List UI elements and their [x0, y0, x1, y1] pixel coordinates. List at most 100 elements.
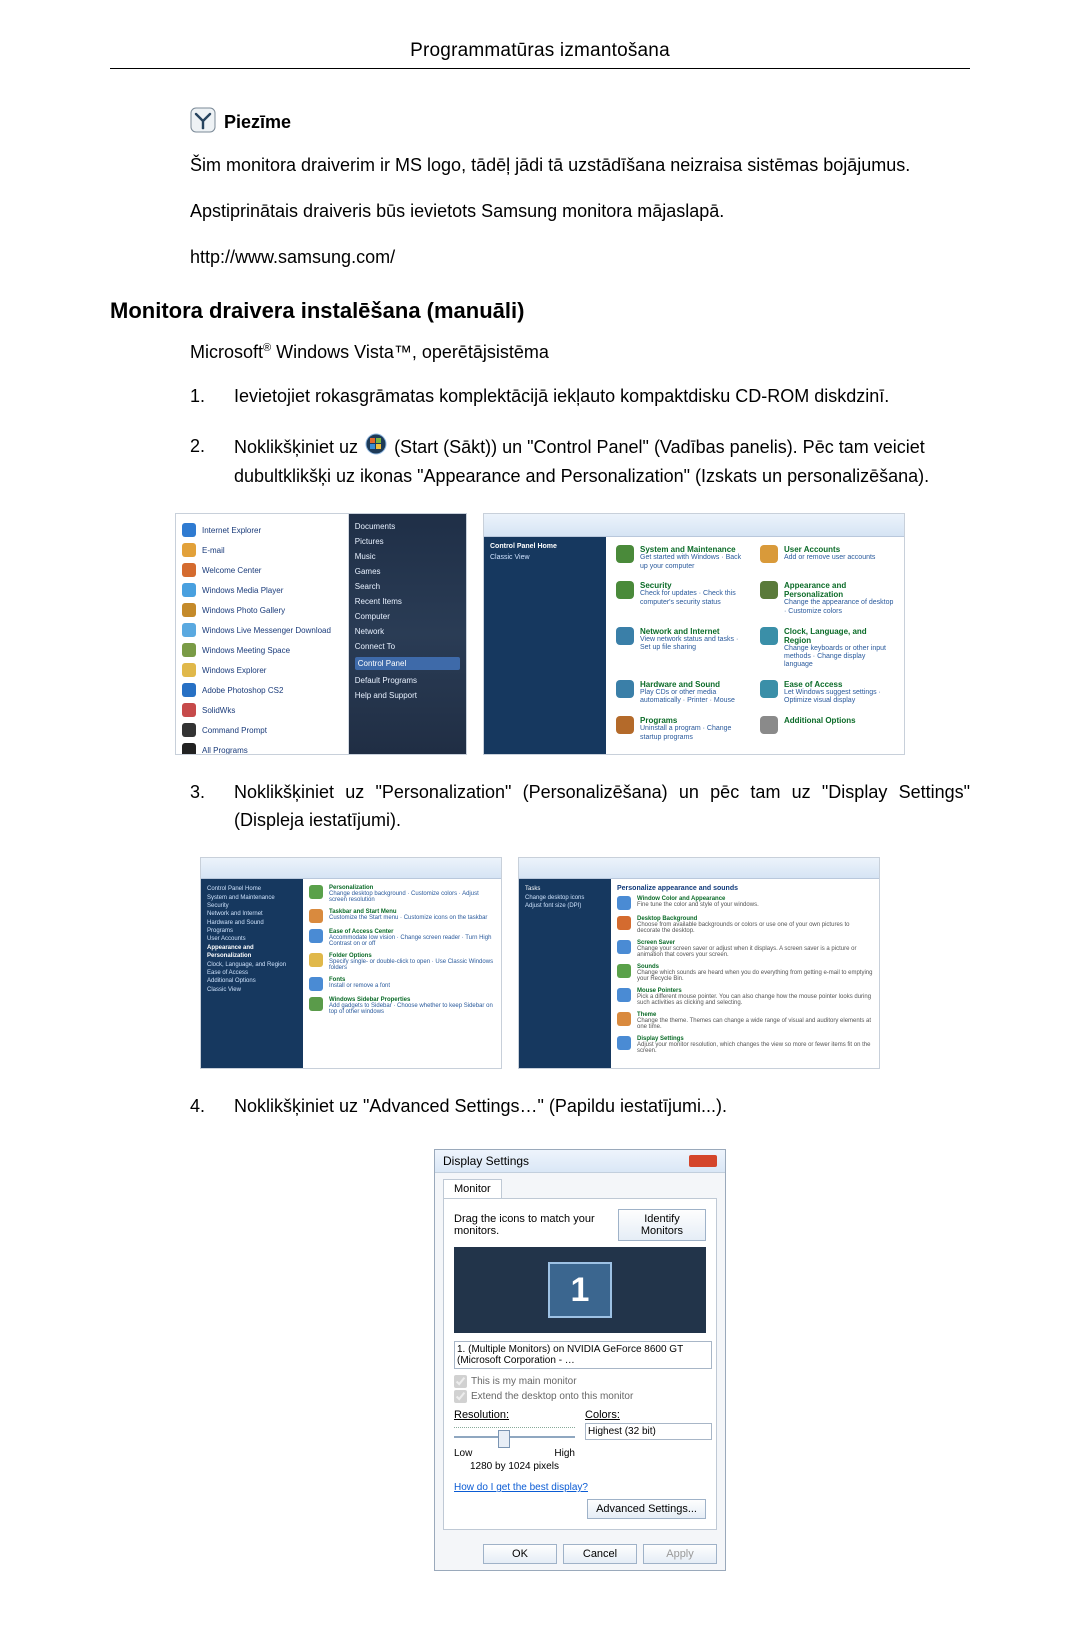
monitor-tile-1[interactable]: 1 — [548, 1262, 612, 1318]
page: Programmatūras izmantošana Piezīme Šim m… — [0, 0, 1080, 1631]
control-panel-category[interactable]: ProgramsUninstall a program · Change sta… — [616, 716, 750, 746]
appearance-item[interactable]: Taskbar and Start MenuCustomize the Star… — [309, 909, 495, 923]
screenshot-row-1: Internet ExplorerE-mailWelcome CenterWin… — [110, 513, 970, 755]
start-menu-item[interactable]: Adobe Photoshop CS2 — [180, 680, 344, 700]
sidebar-item[interactable]: Hardware and Sound — [207, 919, 297, 927]
step-number: 2. — [190, 433, 212, 492]
dialog-title: Display Settings — [443, 1150, 529, 1172]
apply-button[interactable]: Apply — [643, 1544, 717, 1564]
step-number: 4. — [190, 1093, 212, 1121]
cancel-button[interactable]: Cancel — [563, 1544, 637, 1564]
start-menu-item[interactable]: Welcome Center — [180, 560, 344, 580]
start-menu-item[interactable]: All Programs — [180, 740, 344, 755]
personalization-item[interactable]: Display SettingsAdjust your monitor reso… — [617, 1036, 873, 1054]
resolution-label: Resolution: — [454, 1409, 575, 1421]
start-menu-right-item[interactable]: Default Programs — [355, 676, 460, 685]
start-menu-right-item[interactable]: Recent Items — [355, 597, 460, 606]
start-menu-item[interactable]: Windows Live Messenger Download — [180, 620, 344, 640]
close-icon[interactable] — [689, 1155, 717, 1167]
sidebar-item[interactable]: Appearance and Personalization — [207, 944, 297, 961]
step-text: Noklikšķiniet uz (Start (Sākt)) un "Cont… — [234, 433, 970, 492]
personalization-item[interactable]: Desktop BackgroundChoose from available … — [617, 916, 873, 934]
windows-start-orb-icon — [365, 433, 387, 464]
item-icon — [617, 896, 631, 910]
app-icon — [182, 723, 196, 737]
category-icon — [616, 545, 634, 563]
personalization-item[interactable]: Mouse PointersPick a different mouse poi… — [617, 988, 873, 1006]
control-panel-category[interactable]: Hardware and SoundPlay CDs or other medi… — [616, 680, 750, 710]
start-menu-right-item[interactable]: Games — [355, 567, 460, 576]
ok-button[interactable]: OK — [483, 1544, 557, 1564]
appearance-item[interactable]: Folder OptionsSpecify single- or double-… — [309, 953, 495, 971]
sidebar-item[interactable]: User Accounts — [207, 935, 297, 943]
note-block: Piezīme Šim monitora draiverim ir MS log… — [190, 107, 960, 272]
control-panel-category[interactable]: Additional Options — [760, 716, 894, 746]
control-panel-category[interactable]: Network and InternetView network status … — [616, 627, 750, 675]
app-icon — [182, 583, 196, 597]
personalization-item[interactable]: Screen SaverChange your screen saver or … — [617, 940, 873, 958]
advanced-settings-button[interactable]: Advanced Settings... — [587, 1499, 706, 1519]
colors-dropdown[interactable]: Highest (32 bit) — [585, 1423, 712, 1440]
section-subtitle: Microsoft® Windows Vista™, operētājsistē… — [190, 342, 970, 363]
start-menu-item[interactable]: Windows Photo Gallery — [180, 600, 344, 620]
sidebar-item[interactable]: Control Panel Home — [207, 885, 297, 893]
sidebar-item[interactable]: Network and Internet — [207, 910, 297, 918]
item-icon — [309, 977, 323, 991]
start-menu-item[interactable]: Windows Media Player — [180, 580, 344, 600]
app-icon — [182, 603, 196, 617]
note-paragraph-1: Šim monitora draiverim ir MS logo, tādēļ… — [190, 152, 960, 180]
control-panel-category[interactable]: SecurityCheck for updates · Check this c… — [616, 581, 750, 620]
sidebar-item[interactable]: Clock, Language, and Region — [207, 961, 297, 969]
appearance-item[interactable]: FontsInstall or remove a font — [309, 977, 495, 991]
sidebar-item[interactable]: Security — [207, 902, 297, 910]
start-menu-right-item[interactable]: Computer — [355, 612, 460, 621]
monitor-arrangement-area[interactable]: 1 — [454, 1247, 706, 1333]
sidebar-item[interactable]: Classic View — [207, 986, 297, 994]
start-menu-item[interactable]: Windows Explorer — [180, 660, 344, 680]
identify-monitors-button[interactable]: Identify Monitors — [618, 1209, 706, 1241]
start-menu-item[interactable]: SolidWks — [180, 700, 344, 720]
help-link[interactable]: How do I get the best display? — [454, 1482, 588, 1493]
start-menu-item[interactable]: Command Prompt — [180, 720, 344, 740]
personalization-item[interactable]: SoundsChange which sounds are heard when… — [617, 964, 873, 982]
extend-desktop-checkbox: Extend the desktop onto this monitor — [454, 1390, 706, 1403]
control-panel-category[interactable]: Appearance and PersonalizationChange the… — [760, 581, 894, 620]
resolution-slider[interactable] — [454, 1427, 575, 1446]
start-menu-right-item[interactable]: Search — [355, 582, 460, 591]
note-url-link[interactable]: http://www.samsung.com/ — [190, 247, 395, 267]
sidebar-item[interactable]: Additional Options — [207, 977, 297, 985]
sidebar-item[interactable]: Programs — [207, 927, 297, 935]
monitor-dropdown[interactable]: 1. (Multiple Monitors) on NVIDIA GeForce… — [454, 1341, 712, 1369]
start-menu-item[interactable]: Windows Meeting Space — [180, 640, 344, 660]
start-menu-item[interactable]: Internet Explorer — [180, 520, 344, 540]
control-panel-category[interactable]: System and MaintenanceGet started with W… — [616, 545, 750, 575]
start-menu-item[interactable]: E-mail — [180, 540, 344, 560]
control-panel-category[interactable]: User AccountsAdd or remove user accounts — [760, 545, 894, 575]
appearance-item[interactable]: Ease of Access CenterAccommodate low vis… — [309, 929, 495, 947]
appearance-item[interactable]: Windows Sidebar PropertiesAdd gadgets to… — [309, 997, 495, 1015]
start-menu-right-item[interactable]: Documents — [355, 522, 460, 531]
app-icon — [182, 523, 196, 537]
tab-monitor[interactable]: Monitor — [443, 1179, 502, 1198]
start-menu-right-item[interactable]: Network — [355, 627, 460, 636]
start-menu-right-item[interactable]: Music — [355, 552, 460, 561]
steps-list: 1. Ievietojiet rokasgrāmatas komplektāci… — [190, 383, 970, 492]
control-panel-category[interactable]: Clock, Language, and RegionChange keyboa… — [760, 627, 894, 675]
screenshot-control-panel: Control Panel Home Classic View System a… — [483, 513, 905, 755]
note-paragraph-2: Apstiprinātais draiveris būs ievietots S… — [190, 198, 960, 226]
step-number: 3. — [190, 779, 212, 835]
item-icon — [617, 964, 631, 978]
personalization-item[interactable]: ThemeChange the theme. Themes can change… — [617, 1012, 873, 1030]
start-menu-right-item[interactable]: Connect To — [355, 642, 460, 651]
sidebar-item[interactable]: System and Maintenance — [207, 894, 297, 902]
start-menu-right-item[interactable]: Pictures — [355, 537, 460, 546]
sidebar-item[interactable]: Ease of Access — [207, 969, 297, 977]
note-icon — [190, 107, 216, 138]
control-panel-category[interactable]: Ease of AccessLet Windows suggest settin… — [760, 680, 894, 710]
start-menu-right-item[interactable]: Help and Support — [355, 691, 460, 700]
step-1: 1. Ievietojiet rokasgrāmatas komplektāci… — [190, 383, 970, 411]
main-monitor-checkbox: This is my main monitor — [454, 1375, 706, 1388]
start-menu-right-item[interactable]: Control Panel — [355, 657, 460, 670]
appearance-item[interactable]: PersonalizationChange desktop background… — [309, 885, 495, 903]
personalization-item[interactable]: Window Color and AppearanceFine tune the… — [617, 896, 873, 910]
